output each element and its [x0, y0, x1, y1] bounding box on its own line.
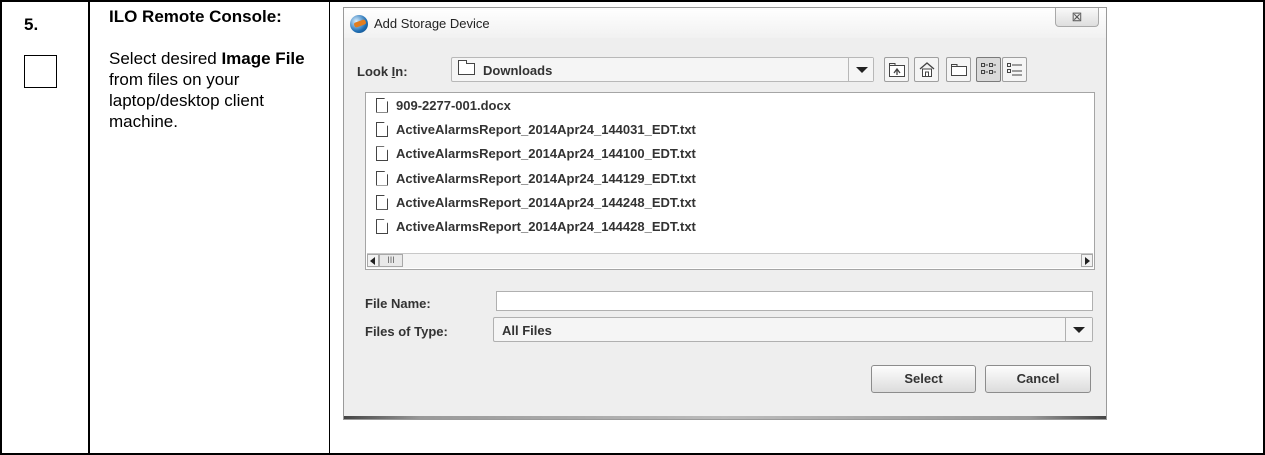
folder-icon: [457, 60, 475, 75]
cancel-button[interactable]: Cancel: [985, 365, 1091, 393]
details-view-icon: [1007, 63, 1022, 76]
file-name: ActiveAlarmsReport_2014Apr24_144031_EDT.…: [396, 121, 696, 137]
look-in-combo[interactable]: Downloads: [451, 57, 874, 82]
file-name: ActiveAlarmsReport_2014Apr24_144428_EDT.…: [396, 219, 696, 235]
instruction-post: from files on your laptop/desktop client…: [109, 70, 264, 131]
horizontal-scrollbar[interactable]: III: [367, 253, 1093, 268]
chevron-down-icon[interactable]: [848, 58, 873, 81]
document-icon: [376, 97, 388, 113]
instruction-pre: Select desired: [109, 49, 222, 68]
scroll-thumb[interactable]: III: [379, 254, 403, 267]
select-button[interactable]: Select: [871, 365, 976, 393]
file-list-item[interactable]: 909-2277-001.docx: [366, 93, 1094, 117]
file-name: ActiveAlarmsReport_2014Apr24_144129_EDT.…: [396, 170, 696, 186]
up-folder-icon: [889, 63, 905, 77]
files-of-type-label: Files of Type:: [365, 324, 448, 339]
file-list-item[interactable]: ActiveAlarmsReport_2014Apr24_144031_EDT.…: [366, 117, 1094, 141]
column-divider-1: [88, 0, 90, 455]
chevron-down-icon[interactable]: [1065, 318, 1092, 341]
files-of-type-combo[interactable]: All Files: [493, 317, 1093, 342]
table-border-top: [0, 0, 1265, 2]
step-text: Select desired Image File from files on …: [109, 48, 319, 132]
document-icon: [376, 146, 388, 162]
file-list-item[interactable]: ActiveAlarmsReport_2014Apr24_144248_EDT.…: [366, 190, 1094, 214]
file-list-item[interactable]: ActiveAlarmsReport_2014Apr24_144129_EDT.…: [366, 166, 1094, 190]
files-of-type-value: All Files: [502, 323, 552, 338]
step-instructions: ILO Remote Console: Select desired Image…: [109, 6, 319, 132]
up-folder-button[interactable]: [884, 57, 909, 82]
file-list-item[interactable]: ActiveAlarmsReport_2014Apr24_144428_EDT.…: [366, 214, 1094, 238]
new-folder-button[interactable]: [946, 57, 971, 82]
step-title: ILO Remote Console:: [109, 7, 282, 26]
list-view-button[interactable]: [976, 57, 1001, 82]
add-storage-device-dialog: Add Storage Device ⊠ Look In: Downloads: [343, 7, 1107, 420]
close-button[interactable]: ⊠: [1055, 8, 1099, 27]
scroll-right-icon[interactable]: [1081, 254, 1093, 267]
document-icon: [376, 121, 388, 137]
dialog-titlebar[interactable]: Add Storage Device ⊠: [344, 8, 1106, 38]
file-list[interactable]: 909-2277-001.docx ActiveAlarmsReport_2014…: [365, 92, 1095, 270]
file-name: ActiveAlarmsReport_2014Apr24_144248_EDT.…: [396, 194, 696, 210]
look-in-label: Look In:: [357, 64, 408, 79]
step-checkbox[interactable]: [24, 55, 57, 88]
file-name: 909-2277-001.docx: [396, 97, 511, 113]
column-divider-2: [329, 0, 330, 455]
instruction-bold: Image File: [221, 49, 305, 68]
list-view-icon: [981, 63, 996, 74]
look-in-value: Downloads: [483, 63, 553, 78]
close-icon: ⊠: [1071, 9, 1083, 24]
java-app-icon: [350, 15, 368, 33]
document-icon: [376, 170, 388, 186]
file-list-item[interactable]: ActiveAlarmsReport_2014Apr24_144100_EDT.…: [366, 142, 1094, 166]
document-icon: [376, 194, 388, 210]
new-folder-icon: [951, 64, 967, 76]
file-name-label: File Name:: [365, 296, 431, 311]
file-rows: 909-2277-001.docx ActiveAlarmsReport_2014…: [366, 93, 1094, 239]
file-name-input[interactable]: [496, 291, 1093, 311]
document-icon: [376, 219, 388, 235]
dialog-title: Add Storage Device: [374, 16, 490, 31]
step-number: 5.: [24, 15, 39, 34]
dialog-bottom-edge: [344, 416, 1106, 419]
scroll-left-icon[interactable]: [367, 254, 379, 267]
home-button[interactable]: [914, 57, 939, 82]
details-view-button[interactable]: [1002, 57, 1027, 82]
home-icon: [919, 62, 935, 77]
file-name: ActiveAlarmsReport_2014Apr24_144100_EDT.…: [396, 146, 696, 162]
table-border-left: [0, 0, 2, 455]
